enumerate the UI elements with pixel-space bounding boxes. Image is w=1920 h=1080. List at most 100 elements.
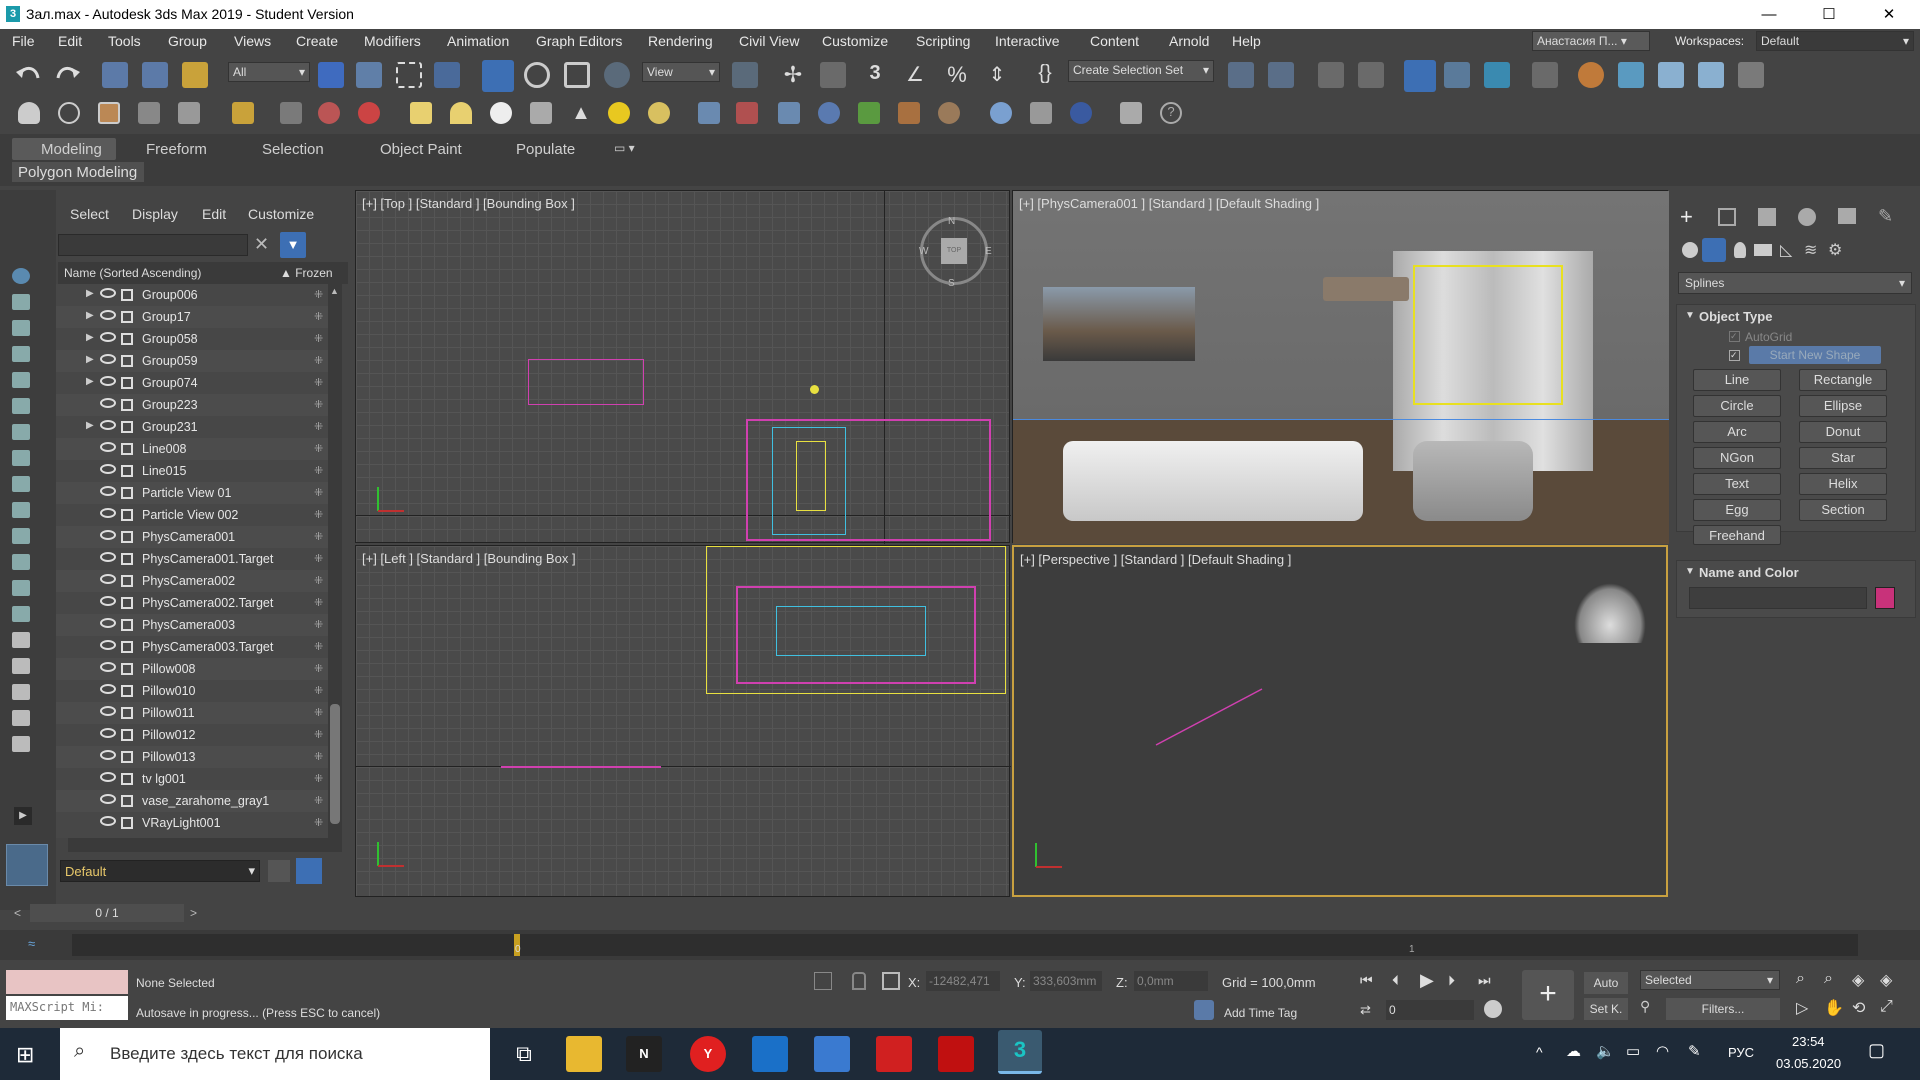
autogrid-checkbox[interactable]: ✓ [1729, 331, 1740, 342]
key-filters-button[interactable]: Filters... [1666, 998, 1780, 1020]
start-new-shape-checkbox[interactable]: ✓ [1729, 350, 1740, 361]
placement-icon[interactable] [604, 62, 630, 88]
scene-row[interactable]: ▶ Group231 ⁜ [56, 416, 328, 438]
menu-content[interactable]: Content [1090, 33, 1139, 49]
visibility-eye-icon[interactable] [100, 596, 116, 606]
scene-row[interactable]: PhysCamera001.Target ⁜ [56, 548, 328, 570]
donut-button[interactable]: Donut [1799, 421, 1887, 443]
keyboard-shortcut-override-icon[interactable] [820, 62, 846, 88]
object-type-title[interactable]: Object Type [1699, 309, 1772, 324]
y-coordinate-field[interactable]: 333,603mm [1030, 971, 1102, 991]
display-hidden-icon[interactable] [12, 580, 30, 596]
scene-row[interactable]: Pillow011 ⁜ [56, 702, 328, 724]
expand-arrow-icon[interactable]: ▶ [86, 420, 94, 431]
start-new-shape-button[interactable]: Start New Shape [1749, 346, 1881, 364]
sphere-light-icon[interactable] [490, 102, 512, 124]
3ds-max-taskbar-icon[interactable]: 3 [998, 1030, 1042, 1074]
freeze-toggle-icon[interactable]: ⁜ [314, 398, 323, 411]
go-to-end-icon[interactable]: ⏭ [1478, 972, 1491, 989]
orbit-icon[interactable]: ⟲ [1852, 998, 1865, 1018]
scene-row[interactable]: ▶ Group074 ⁜ [56, 372, 328, 394]
menu-scripting[interactable]: Scripting [916, 33, 970, 49]
plane-light-icon[interactable] [410, 102, 432, 124]
clock-date[interactable]: 03.05.2020 [1776, 1056, 1841, 1071]
ellipse-button[interactable]: Ellipse [1799, 395, 1887, 417]
layers-icon[interactable] [1030, 102, 1052, 124]
scene-search-input[interactable] [58, 234, 248, 256]
minimize-button[interactable]: — [1746, 0, 1792, 29]
network-icon[interactable]: ◠ [1656, 1042, 1669, 1060]
scene-row[interactable]: Line008 ⁜ [56, 438, 328, 460]
freeze-toggle-icon[interactable]: ⁜ [314, 420, 323, 433]
ambient-light-icon[interactable] [648, 102, 670, 124]
scene-menu-customize[interactable]: Customize [248, 206, 314, 222]
scene-row[interactable]: Line015 ⁜ [56, 460, 328, 482]
rollout-collapse-icon[interactable]: ▼ [1685, 310, 1695, 321]
scene-row[interactable]: ▶ Group059 ⁜ [56, 350, 328, 372]
absolute-mode-icon[interactable] [882, 972, 900, 990]
scatter-icon[interactable] [938, 102, 960, 124]
section-button[interactable]: Section [1799, 499, 1887, 521]
visibility-eye-icon[interactable] [100, 354, 116, 364]
scene-menu-display[interactable]: Display [132, 206, 178, 222]
rollout-collapse-icon[interactable]: ▼ [1685, 566, 1695, 577]
viewport-left[interactable]: [+] [Left ] [Standard ] [Bounding Box ] [355, 545, 1011, 897]
display-containers-icon[interactable] [12, 528, 30, 544]
angle-snap-icon[interactable]: ∠ [902, 62, 928, 88]
time-tag-icon[interactable] [1194, 1000, 1214, 1020]
visibility-eye-icon[interactable] [100, 464, 116, 474]
proxy-icon[interactable] [698, 102, 720, 124]
x-coordinate-field[interactable]: -12482,471 [926, 971, 1000, 991]
visibility-eye-icon[interactable] [100, 420, 116, 430]
viewport-perspective[interactable]: [+] [Perspective ] [Standard ] [Default … [1012, 545, 1668, 897]
battery-icon[interactable]: ▭ [1626, 1042, 1640, 1060]
clear-search-icon[interactable]: ✕ [254, 234, 269, 255]
redo-icon[interactable] [54, 62, 82, 88]
freeze-toggle-icon[interactable]: ⁜ [314, 728, 323, 741]
schematic-view-icon[interactable] [1484, 62, 1510, 88]
freeze-toggle-icon[interactable]: ⁜ [314, 442, 323, 455]
align-icon[interactable] [1268, 62, 1294, 88]
scene-horizontal-scrollbar[interactable] [68, 838, 342, 852]
acrobat-reader-icon[interactable] [938, 1036, 974, 1072]
category-dropdown[interactable]: Splines ▾ [1678, 272, 1912, 294]
action-center-icon[interactable]: ▢ [1868, 1040, 1885, 1061]
key-set-dropdown[interactable]: Selected ▾ [1640, 970, 1780, 990]
scroll-up-icon[interactable]: ▲ [330, 286, 340, 298]
menu-arnold[interactable]: Arnold [1169, 33, 1209, 49]
reference-coordinate-dropdown[interactable]: View ▾ [642, 62, 720, 82]
ies-light-icon[interactable]: ▲ [570, 102, 592, 124]
line-button[interactable]: Line [1693, 369, 1781, 391]
viewport-layout-icon[interactable] [6, 844, 48, 886]
circle-button[interactable]: Circle [1693, 395, 1781, 417]
star-button[interactable]: Star [1799, 447, 1887, 469]
visibility-eye-icon[interactable] [100, 376, 116, 386]
lights-category-icon[interactable] [1734, 242, 1746, 258]
display-frozen-icon[interactable] [12, 606, 30, 622]
scene-row[interactable]: VRayLight001 ⁜ [56, 812, 328, 834]
freeze-toggle-icon[interactable]: ⁜ [314, 552, 323, 565]
sun-positioner-icon[interactable] [318, 102, 340, 124]
expand-arrow-icon[interactable]: ▶ [86, 332, 94, 343]
select-object-icon[interactable] [318, 62, 344, 88]
scene-row[interactable]: Pillow012 ⁜ [56, 724, 328, 746]
freeze-toggle-icon[interactable]: ⁜ [314, 310, 323, 323]
visibility-eye-icon[interactable] [100, 574, 116, 584]
text-button[interactable]: Text [1693, 473, 1781, 495]
window-crossing-icon[interactable] [434, 62, 460, 88]
next-frame-icon[interactable]: ⏵ [1448, 972, 1455, 989]
freehand-button[interactable]: Freehand [1693, 525, 1781, 545]
display-none-icon[interactable] [12, 268, 30, 284]
freeze-toggle-icon[interactable]: ⁜ [314, 772, 323, 785]
go-to-start-icon[interactable]: ⏮ [1360, 972, 1373, 989]
link-icon[interactable] [102, 62, 128, 88]
taskbar-search-box[interactable]: ⌕ Введите здесь текст для поиска [60, 1028, 490, 1080]
object-name-input[interactable] [1689, 587, 1867, 609]
named-selection-set-dropdown[interactable]: Create Selection Set ▾ [1068, 60, 1214, 82]
visibility-eye-icon[interactable] [100, 552, 116, 562]
tab-populate[interactable]: Populate [516, 141, 575, 158]
render-production-icon[interactable] [1658, 62, 1684, 88]
key-filters-icon[interactable]: ⚲ [1640, 998, 1660, 1020]
freeze-toggle-icon[interactable]: ⁜ [314, 530, 323, 543]
scene-row[interactable]: ▶ Group058 ⁜ [56, 328, 328, 350]
